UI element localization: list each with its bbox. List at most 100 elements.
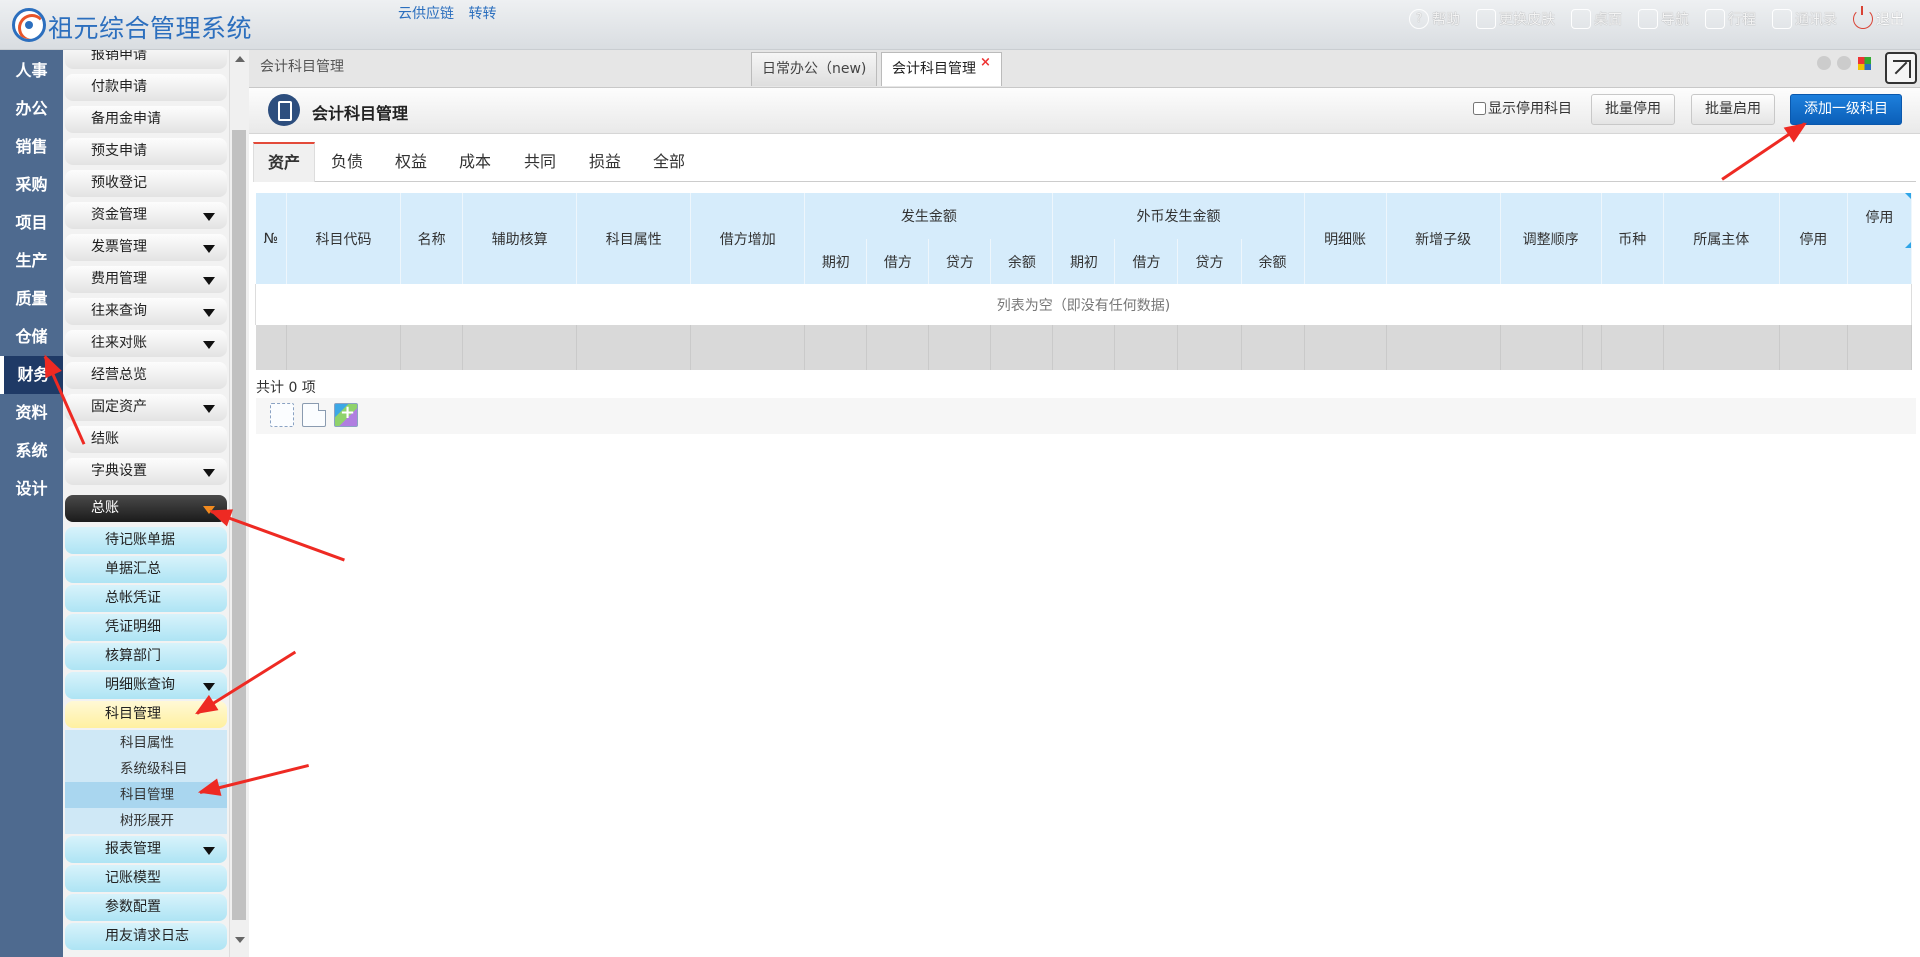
total-count: 共计 0 项 <box>256 380 316 396</box>
col-auxiliary[interactable]: 辅助核算 <box>462 193 578 284</box>
col-currency[interactable]: 币种 <box>1601 193 1664 284</box>
show-disabled-checkbox[interactable] <box>1473 101 1486 115</box>
col-group-fx-amount: 外币发生金额 <box>1052 193 1305 239</box>
schedule-button[interactable]: 行程 <box>1705 9 1756 29</box>
close-icon[interactable]: × <box>980 55 991 70</box>
col-disabled: 停用 <box>1779 193 1848 284</box>
col-ledger: 明细账 <box>1304 193 1387 284</box>
menu-fund-management[interactable]: 资金管理 <box>65 202 227 229</box>
menu-general-voucher[interactable]: 总帐凭证 <box>65 585 227 612</box>
module-data[interactable]: 资料 <box>0 394 63 432</box>
module-sales[interactable]: 销售 <box>0 128 63 166</box>
help-button[interactable]: ? 帮助 <box>1409 9 1460 29</box>
module-design[interactable]: 设计 <box>0 470 63 508</box>
menu-expense-claim[interactable]: 报销申请 <box>65 50 227 69</box>
menu-invoice-management[interactable]: 发票管理 <box>65 234 227 261</box>
menu-advance[interactable]: 预支申请 <box>65 138 227 165</box>
menu-subject-attribute[interactable]: 科目属性 <box>65 730 227 756</box>
menu-report-management[interactable]: 报表管理 <box>65 836 227 863</box>
subject-grid: № 科目代码 名称 辅助核算 科目属性 借方增加 发生金额 外币发生金额 明细账… <box>255 193 1913 370</box>
power-icon <box>1853 6 1873 29</box>
menu-system-subject[interactable]: 系统级科目 <box>65 756 227 782</box>
corner-marker-icon <box>1905 193 1911 199</box>
menu-tree-expand[interactable]: 树形展开 <box>65 808 227 834</box>
col-subject-attr[interactable]: 科目属性 <box>576 193 692 284</box>
menu-fixed-assets[interactable]: 固定资产 <box>65 394 227 421</box>
col-add-child: 新增子级 <box>1386 193 1501 284</box>
col-reorder: 调整顺序 <box>1500 193 1602 284</box>
menu-petty-cash[interactable]: 备用金申请 <box>65 106 227 133</box>
module-system[interactable]: 系统 <box>0 432 63 470</box>
menu-business-overview[interactable]: 经营总览 <box>65 362 227 389</box>
contacts-button[interactable]: 通讯录 <box>1772 9 1837 29</box>
change-skin-button[interactable]: 更换皮肤 <box>1476 9 1555 29</box>
tab-equity[interactable]: 权益 <box>379 142 443 182</box>
quick-link-zhuanzhuan[interactable]: 转转 <box>468 6 496 22</box>
menu-payment-request[interactable]: 付款申请 <box>65 74 227 101</box>
add-item-icon[interactable] <box>334 402 358 427</box>
tab-prev-icon[interactable] <box>1817 56 1831 70</box>
module-project[interactable]: 项目 <box>0 204 63 242</box>
tab-assets[interactable]: 资产 <box>253 142 315 182</box>
menu-dictionary[interactable]: 字典设置 <box>65 458 227 485</box>
menu-document-summary[interactable]: 单据汇总 <box>65 556 227 583</box>
table-row-filler <box>255 325 1913 370</box>
menu-account-query[interactable]: 往来查询 <box>65 298 227 325</box>
menu-parameter-config[interactable]: 参数配置 <box>65 894 227 921</box>
menu-reconciliation[interactable]: 往来对账 <box>65 330 227 357</box>
col-fx-balance: 余额 <box>1241 239 1305 284</box>
col-amount-balance: 余额 <box>990 239 1054 284</box>
tab-cost[interactable]: 成本 <box>443 142 507 182</box>
menu-cost-management[interactable]: 费用管理 <box>65 266 227 293</box>
add-top-subject-button[interactable]: 添加一级科目 <box>1790 94 1902 125</box>
quick-link-cloud-supply[interactable]: 云供应链 <box>398 6 454 22</box>
menu-ledger-query[interactable]: 明细账查询 <box>65 672 227 699</box>
chevron-down-icon <box>203 683 215 691</box>
tab-next-icon[interactable] <box>1837 56 1851 70</box>
grid-toolbar <box>256 398 1916 434</box>
module-office[interactable]: 办公 <box>0 90 63 128</box>
tab-all[interactable]: 全部 <box>637 142 701 182</box>
menu-accounting-dept[interactable]: 核算部门 <box>65 643 227 670</box>
menu-general-ledger[interactable]: 总账 <box>65 495 227 522</box>
submenu-scrollbar[interactable] <box>229 50 249 957</box>
batch-disable-button[interactable]: 批量停用 <box>1591 94 1675 125</box>
color-grid-icon[interactable] <box>1858 57 1871 70</box>
tab-common[interactable]: 共同 <box>507 142 573 182</box>
logout-button[interactable]: 退出 <box>1853 6 1904 29</box>
tab-profit-loss[interactable]: 损益 <box>573 142 637 182</box>
module-hr[interactable]: 人事 <box>0 52 63 90</box>
scroll-up-icon[interactable] <box>235 56 245 62</box>
desktop-button[interactable]: 桌面 <box>1571 9 1622 29</box>
quick-links: 云供应链 转转 <box>398 3 506 23</box>
col-entity[interactable]: 所属主体 <box>1663 193 1780 284</box>
scroll-down-icon[interactable] <box>235 937 245 943</box>
module-quality[interactable]: 质量 <box>0 280 63 318</box>
menu-prereceipt[interactable]: 预收登记 <box>65 170 227 197</box>
module-warehouse[interactable]: 仓储 <box>0 318 63 356</box>
fullscreen-icon[interactable] <box>1885 52 1917 84</box>
tab-subject-management[interactable]: 会计科目管理 × <box>881 52 1002 86</box>
tab-liabilities[interactable]: 负债 <box>315 142 379 182</box>
show-disabled-checkbox-label[interactable]: 显示停用科目 <box>1473 98 1572 118</box>
clipboard-icon <box>268 94 300 126</box>
menu-voucher-detail[interactable]: 凭证明细 <box>65 614 227 641</box>
chevron-down-icon <box>203 469 215 477</box>
menu-closing[interactable]: 结账 <box>65 426 227 453</box>
corner-marker-icon <box>1905 242 1911 248</box>
batch-enable-button[interactable]: 批量启用 <box>1691 94 1775 125</box>
select-all-icon[interactable] <box>270 403 294 427</box>
col-name[interactable]: 名称 <box>400 193 464 284</box>
navigation-button[interactable]: 导航 <box>1638 9 1689 29</box>
module-purchase[interactable]: 采购 <box>0 166 63 204</box>
menu-yonyou-log[interactable]: 用友请求日志 <box>65 923 227 950</box>
menu-accounting-model[interactable]: 记账模型 <box>65 865 227 892</box>
menu-pending-vouchers[interactable]: 待记账单据 <box>65 527 227 554</box>
col-debit-increase[interactable]: 借方增加 <box>690 193 806 284</box>
module-production[interactable]: 生产 <box>0 242 63 280</box>
grid-icon <box>1638 9 1658 29</box>
col-subject-code[interactable]: 科目代码 <box>286 193 402 284</box>
tab-daily-office[interactable]: 日常办公（new) <box>751 52 878 86</box>
document-icon[interactable] <box>302 403 326 427</box>
col-amount-credit: 贷方 <box>928 239 992 284</box>
